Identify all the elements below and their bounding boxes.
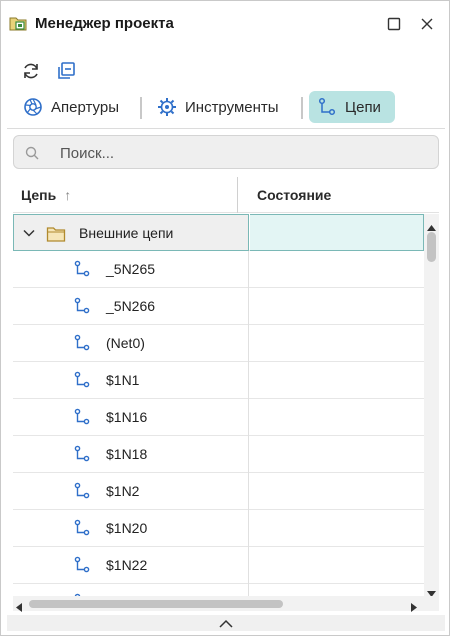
- net-label: $1N16: [106, 409, 148, 425]
- net-label: $1N18: [106, 446, 148, 462]
- vertical-scrollbar[interactable]: [424, 214, 439, 597]
- net-icon: [73, 556, 91, 574]
- sort-ascending-icon: ↑: [64, 187, 72, 203]
- table-header: Цепь ↑ Состояние: [13, 177, 439, 213]
- table-row[interactable]: _5N266: [13, 288, 424, 325]
- net-state-cell: [250, 436, 424, 473]
- table-row[interactable]: $1N22: [13, 547, 424, 584]
- tab-divider: [140, 97, 142, 119]
- net-state-cell: [250, 325, 424, 362]
- net-state-cell: [250, 510, 424, 547]
- aperture-icon: [23, 97, 43, 117]
- net-icon: [73, 445, 91, 463]
- table-row[interactable]: $1N2: [13, 473, 424, 510]
- net-name-cell: $1N2: [13, 473, 249, 510]
- chevron-down-icon[interactable]: [22, 226, 36, 240]
- vertical-scroll-thumb[interactable]: [427, 232, 436, 262]
- table-row[interactable]: _5N265: [13, 251, 424, 288]
- net-name-cell: [13, 584, 249, 596]
- close-button[interactable]: [417, 14, 437, 34]
- scrollbar-corner: [424, 596, 439, 611]
- net-name-cell: _5N265: [13, 251, 249, 288]
- table-row[interactable]: $1N20: [13, 510, 424, 547]
- column-header-net[interactable]: Цепь ↑: [21, 177, 71, 213]
- chevron-up-icon: [219, 619, 233, 628]
- net-state-cell: [250, 251, 424, 288]
- column-header-state[interactable]: Состояние: [257, 177, 331, 213]
- net-label: (Net0): [106, 335, 145, 351]
- column-resize-handle[interactable]: [237, 177, 238, 213]
- net-icon: [73, 519, 91, 537]
- tab-divider: [301, 97, 303, 119]
- net-state-cell: [250, 288, 424, 325]
- maximize-button[interactable]: [384, 14, 404, 34]
- net-name-cell: $1N18: [13, 436, 249, 473]
- folder-icon: [46, 225, 66, 243]
- net-name-cell: $1N22: [13, 547, 249, 584]
- net-name-cell: $1N1: [13, 362, 249, 399]
- net-name-cell: (Net0): [13, 325, 249, 362]
- net-icon: [73, 482, 91, 500]
- group-state-cell: [250, 214, 424, 251]
- net-icon: [73, 260, 91, 278]
- net-icon: [73, 334, 91, 352]
- tab-apertures[interactable]: Апертуры: [15, 91, 127, 123]
- net-label: $1N2: [106, 483, 140, 499]
- tabs-divider: [7, 128, 445, 129]
- tab-apertures-label: Апертуры: [51, 98, 119, 116]
- tab-nets[interactable]: Цепи: [309, 91, 395, 123]
- group-label: Внешние цепи: [79, 225, 174, 241]
- net-label: _5N266: [106, 298, 156, 314]
- horizontal-scrollbar[interactable]: [13, 596, 424, 612]
- table-row[interactable]: $1N18: [13, 436, 424, 473]
- tab-bar: Апертуры Инструменты Цепи: [1, 89, 449, 125]
- net-state-cell: [250, 399, 424, 436]
- net-state-cell: [250, 362, 424, 399]
- net-label: $1N22: [106, 557, 148, 573]
- net-state-cell: [250, 547, 424, 584]
- table-body: Внешние цепи _5N265 _5N266 (Net0) $1N1 $…: [13, 214, 424, 596]
- project-manager-window: Менеджер проекта Апертуры Инструменты Це…: [0, 0, 450, 636]
- tool-icon: [157, 97, 177, 117]
- table-row[interactable]: $1N16: [13, 399, 424, 436]
- project-manager-icon: [9, 14, 27, 32]
- net-name-cell: _5N266: [13, 288, 249, 325]
- bottom-panel-toggle[interactable]: [7, 615, 445, 631]
- net-icon: [73, 408, 91, 426]
- net-name-cell: $1N16: [13, 399, 249, 436]
- tab-tools[interactable]: Инструменты: [149, 91, 287, 123]
- refresh-icon: [24, 63, 38, 79]
- net-label: $1N1: [106, 372, 140, 388]
- window-title: Менеджер проекта: [35, 15, 174, 32]
- net-name-cell: $1N20: [13, 510, 249, 547]
- table-row-partial[interactable]: [13, 584, 424, 596]
- net-icon: [73, 371, 91, 389]
- net-icon: [317, 97, 337, 117]
- toolbar: [1, 57, 449, 85]
- net-label: _5N265: [106, 261, 156, 277]
- net-state-cell: [250, 584, 424, 596]
- net-label: $1N20: [106, 520, 148, 536]
- tab-nets-label: Цепи: [345, 98, 381, 116]
- tab-tools-label: Инструменты: [185, 98, 279, 116]
- column-header-net-label: Цепь: [21, 187, 57, 203]
- table-row[interactable]: $1N1: [13, 362, 424, 399]
- tree-group-row[interactable]: Внешние цепи: [13, 214, 424, 251]
- title-bar: Менеджер проекта: [1, 1, 449, 47]
- search-icon: [24, 145, 40, 161]
- collapse-all-icon: [58, 62, 75, 79]
- search-box: [13, 135, 439, 169]
- collapse-all-button[interactable]: [54, 59, 78, 83]
- column-header-state-label: Состояние: [257, 187, 332, 203]
- refresh-button[interactable]: [19, 59, 43, 83]
- search-input[interactable]: [58, 142, 418, 164]
- net-state-cell: [250, 473, 424, 510]
- horizontal-scroll-thumb[interactable]: [29, 600, 283, 608]
- net-icon: [73, 297, 91, 315]
- table-row[interactable]: (Net0): [13, 325, 424, 362]
- group-name-cell: Внешние цепи: [13, 214, 249, 251]
